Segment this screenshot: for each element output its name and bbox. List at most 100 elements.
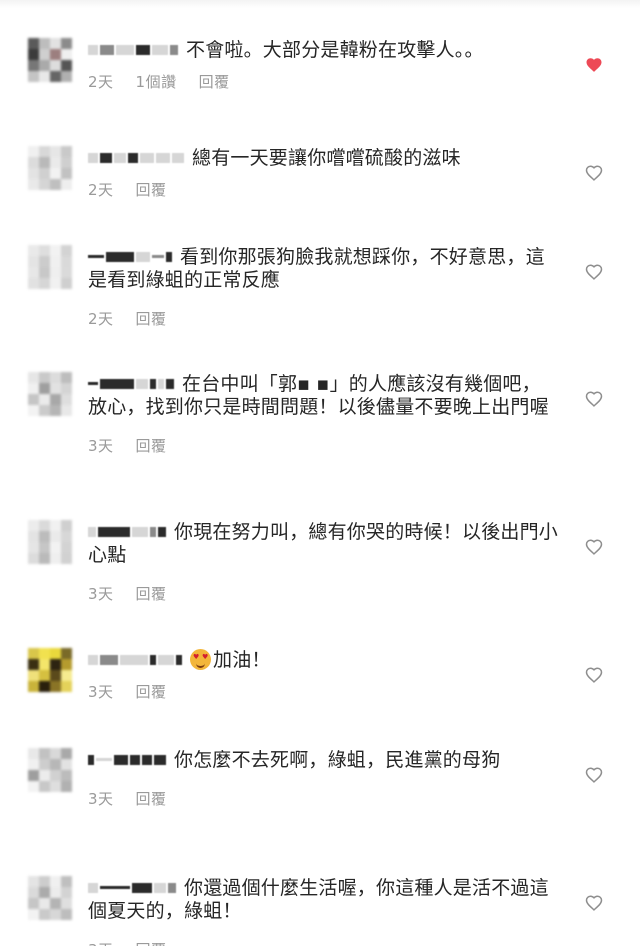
username-redacted[interactable]: [88, 748, 168, 765]
reply-button[interactable]: 回覆: [136, 585, 167, 603]
username-redacted[interactable]: [88, 876, 178, 893]
avatar-pixel: [28, 372, 39, 383]
avatar-pixel: [61, 670, 72, 681]
avatar-pixel: [39, 553, 50, 564]
avatar-pixel: [50, 405, 61, 416]
avatar-pixel: [61, 157, 72, 168]
avatar-pixel: [28, 681, 39, 692]
avatar-pixel: [61, 383, 72, 394]
avatar-pixel: [50, 759, 61, 770]
avatar-pixel: [39, 876, 50, 887]
heart-icon[interactable]: [585, 666, 603, 684]
username-redacted[interactable]: [88, 245, 174, 262]
avatar-pixel: [39, 278, 50, 289]
avatar-pixel: [28, 553, 39, 564]
heart-icon[interactable]: [585, 538, 603, 556]
avatar-pixel: [61, 179, 72, 190]
avatar-pixel: [50, 383, 61, 394]
avatar-pixel: [50, 681, 61, 692]
avatar-pixel: [39, 168, 50, 179]
username-redacted[interactable]: [88, 372, 176, 389]
avatar-pixel: [39, 71, 50, 82]
avatar[interactable]: [28, 520, 72, 564]
comment-text-line: 不會啦。大部分是韓粉在攻擊人。。: [88, 38, 558, 62]
avatar-pixel: [50, 659, 61, 670]
avatar-pixel: [61, 748, 72, 759]
avatar-pixel: [28, 648, 39, 659]
comments-screen: 不會啦。大部分是韓粉在攻擊人。。 2天 1個讚 回覆 總有一天要讓你嚐嚐硫酸的滋味 …: [0, 0, 640, 946]
avatar-pixel: [50, 179, 61, 190]
reply-button[interactable]: 回覆: [199, 73, 230, 91]
username-redacted[interactable]: [88, 38, 180, 55]
avatar-pixel: [50, 245, 61, 256]
avatar-pixel: [39, 256, 50, 267]
avatar-pixel: [28, 256, 39, 267]
reply-button[interactable]: 回覆: [136, 310, 167, 328]
avatar-pixel: [28, 748, 39, 759]
avatar[interactable]: [28, 748, 72, 792]
avatar-pixel: [61, 38, 72, 49]
avatar-pixel: [61, 876, 72, 887]
avatar-pixel: [61, 405, 72, 416]
username-redacted[interactable]: [88, 146, 186, 163]
avatar-pixel: [39, 49, 50, 60]
avatar-pixel: [50, 770, 61, 781]
avatar-pixel: [39, 770, 50, 781]
avatar-pixel: [50, 520, 61, 531]
avatar-pixel: [61, 60, 72, 71]
avatar[interactable]: [28, 372, 72, 416]
reply-button[interactable]: 回覆: [136, 683, 167, 701]
avatar-pixel: [39, 520, 50, 531]
avatar-pixel: [61, 659, 72, 670]
avatar-pixel: [50, 157, 61, 168]
comment-text: 不會啦。大部分是韓粉在攻擊人。。: [186, 39, 484, 61]
comment-text: 加油！: [213, 649, 271, 671]
avatar-pixel: [39, 245, 50, 256]
avatar-pixel: [28, 909, 39, 920]
username-redacted[interactable]: [88, 648, 184, 665]
avatar[interactable]: [28, 648, 72, 692]
avatar-pixel: [61, 278, 72, 289]
avatar[interactable]: [28, 876, 72, 920]
reply-button[interactable]: 回覆: [136, 941, 167, 946]
avatar-pixel: [50, 909, 61, 920]
avatar-pixel: [28, 394, 39, 405]
heart-icon[interactable]: [585, 766, 603, 784]
avatar-pixel: [39, 60, 50, 71]
avatar[interactable]: [28, 245, 72, 289]
avatar-pixel: [61, 71, 72, 82]
comment-likes[interactable]: 1個讚: [136, 73, 177, 91]
comment-meta: 3天 回覆: [88, 583, 558, 604]
comment-meta: 2天 1個讚 回覆: [88, 71, 558, 92]
heart-icon[interactable]: [585, 390, 603, 408]
reply-button[interactable]: 回覆: [136, 790, 167, 808]
heart-icon[interactable]: [585, 263, 603, 281]
avatar[interactable]: [28, 146, 72, 190]
avatar-pixel: [50, 887, 61, 898]
comment-time: 2天: [88, 181, 114, 199]
avatar-pixel: [50, 256, 61, 267]
heart-icon[interactable]: [585, 164, 603, 182]
avatar-pixel: [61, 909, 72, 920]
avatar-pixel: [50, 38, 61, 49]
avatar-pixel: [28, 267, 39, 278]
avatar[interactable]: [28, 38, 72, 82]
avatar-pixel: [39, 909, 50, 920]
comment-text: 總有一天要讓你嚐嚐硫酸的滋味: [192, 147, 461, 169]
avatar-pixel: [61, 553, 72, 564]
avatar-pixel: [61, 146, 72, 157]
heart-icon[interactable]: [585, 56, 603, 74]
reply-button[interactable]: 回覆: [136, 181, 167, 199]
avatar-pixel: [61, 759, 72, 770]
comment-meta: 2天 回覆: [88, 179, 558, 200]
avatar-pixel: [28, 542, 39, 553]
avatar-pixel: [39, 405, 50, 416]
avatar-pixel: [61, 372, 72, 383]
reply-button[interactable]: 回覆: [136, 437, 167, 455]
comment-time: 3天: [88, 585, 114, 603]
username-redacted[interactable]: [88, 520, 168, 537]
avatar-pixel: [28, 60, 39, 71]
avatar-pixel: [61, 898, 72, 909]
heart-icon[interactable]: [585, 894, 603, 912]
avatar-pixel: [28, 245, 39, 256]
